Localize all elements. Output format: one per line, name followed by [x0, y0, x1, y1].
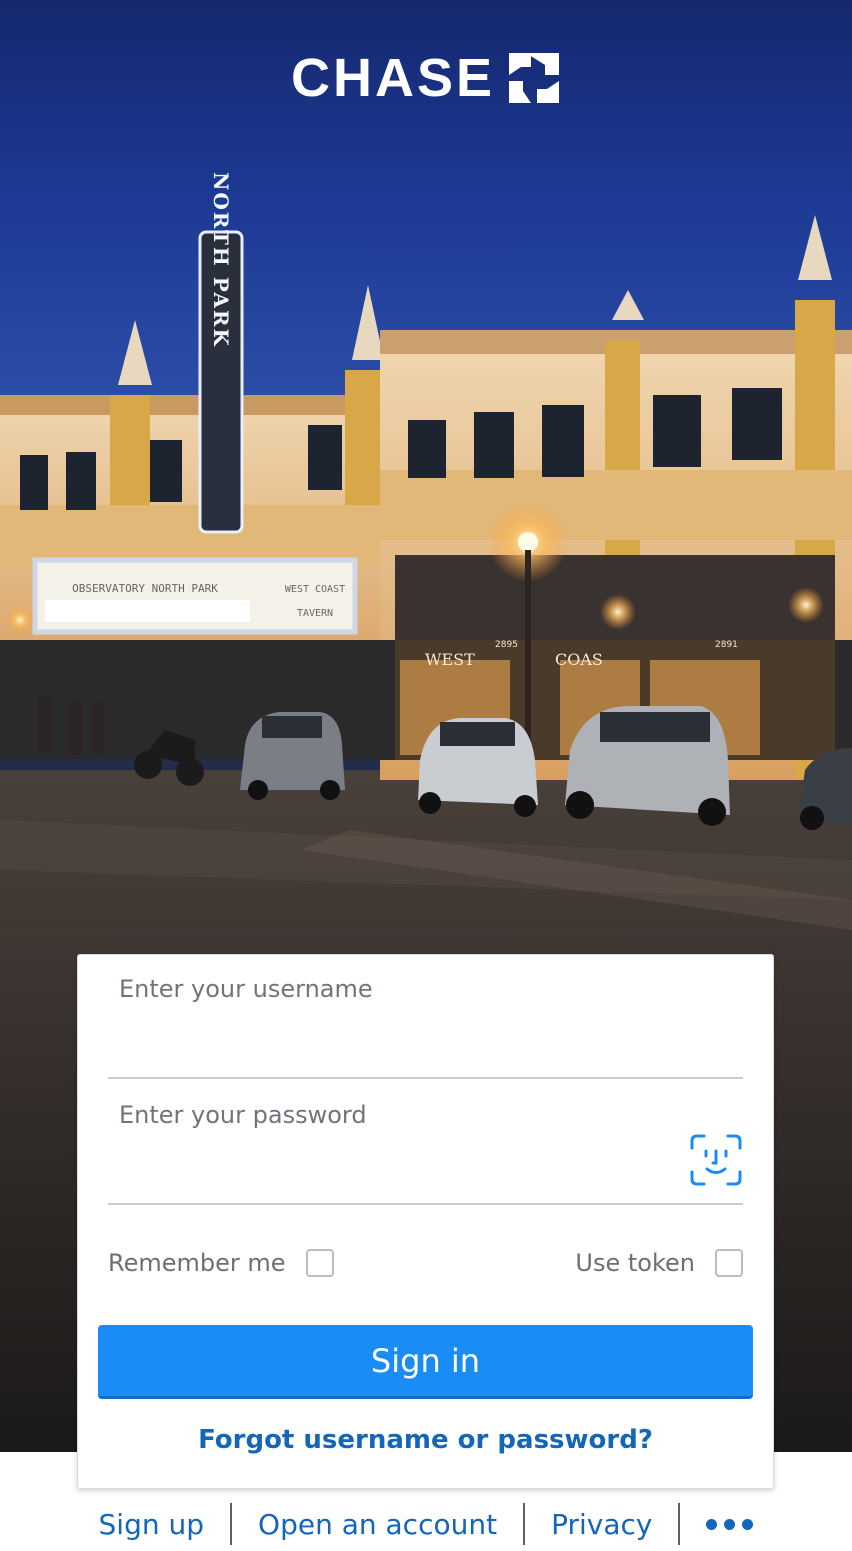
- dot: [742, 1518, 754, 1530]
- use-token-checkbox[interactable]: [715, 1249, 743, 1277]
- footer-links: Sign up Open an account Privacy: [0, 1498, 852, 1550]
- forgot-credentials-link[interactable]: Forgot username or password?: [78, 1425, 773, 1455]
- dot: [724, 1518, 736, 1530]
- brand-name: CHASE: [290, 48, 496, 108]
- svg-text:2895: 2895: [495, 640, 518, 650]
- use-token-label: Use token: [575, 1249, 695, 1277]
- password-input[interactable]: [118, 1143, 662, 1185]
- svg-text:NORTH PARK: NORTH PARK: [209, 172, 233, 348]
- username-field[interactable]: Enter your username: [108, 955, 743, 1079]
- chase-logo: CHASE: [0, 48, 852, 108]
- sign-up-link[interactable]: Sign up: [73, 1508, 231, 1541]
- username-input[interactable]: [118, 1017, 662, 1059]
- svg-text:OBSERVATORY NORTH PARK: OBSERVATORY NORTH PARK: [72, 582, 218, 595]
- username-label: Enter your username: [119, 975, 373, 1003]
- svg-text:TAVERN: TAVERN: [297, 608, 333, 619]
- dot: [706, 1518, 718, 1530]
- remember-me-checkbox[interactable]: [305, 1249, 334, 1277]
- svg-text:2891: 2891: [715, 640, 738, 650]
- chase-octagon-icon: [509, 53, 560, 103]
- face-id-icon[interactable]: [689, 1133, 743, 1187]
- svg-text:WEST COAST: WEST COAST: [285, 584, 345, 595]
- more-dots-icon[interactable]: [680, 1518, 779, 1530]
- use-token-option[interactable]: Use token: [575, 1249, 743, 1277]
- remember-me-option[interactable]: Remember me: [108, 1249, 334, 1277]
- svg-text:COAS: COAS: [555, 650, 603, 669]
- sign-in-button[interactable]: Sign in: [98, 1325, 753, 1399]
- open-account-link[interactable]: Open an account: [232, 1508, 523, 1541]
- password-label: Enter your password: [119, 1101, 367, 1129]
- remember-me-label: Remember me: [108, 1249, 286, 1277]
- options-row: Remember me Use token: [108, 1243, 743, 1283]
- login-card: Enter your username Enter your password …: [77, 954, 774, 1489]
- password-field[interactable]: Enter your password: [108, 1081, 743, 1205]
- svg-text:WEST: WEST: [425, 650, 475, 669]
- privacy-link[interactable]: Privacy: [525, 1508, 678, 1541]
